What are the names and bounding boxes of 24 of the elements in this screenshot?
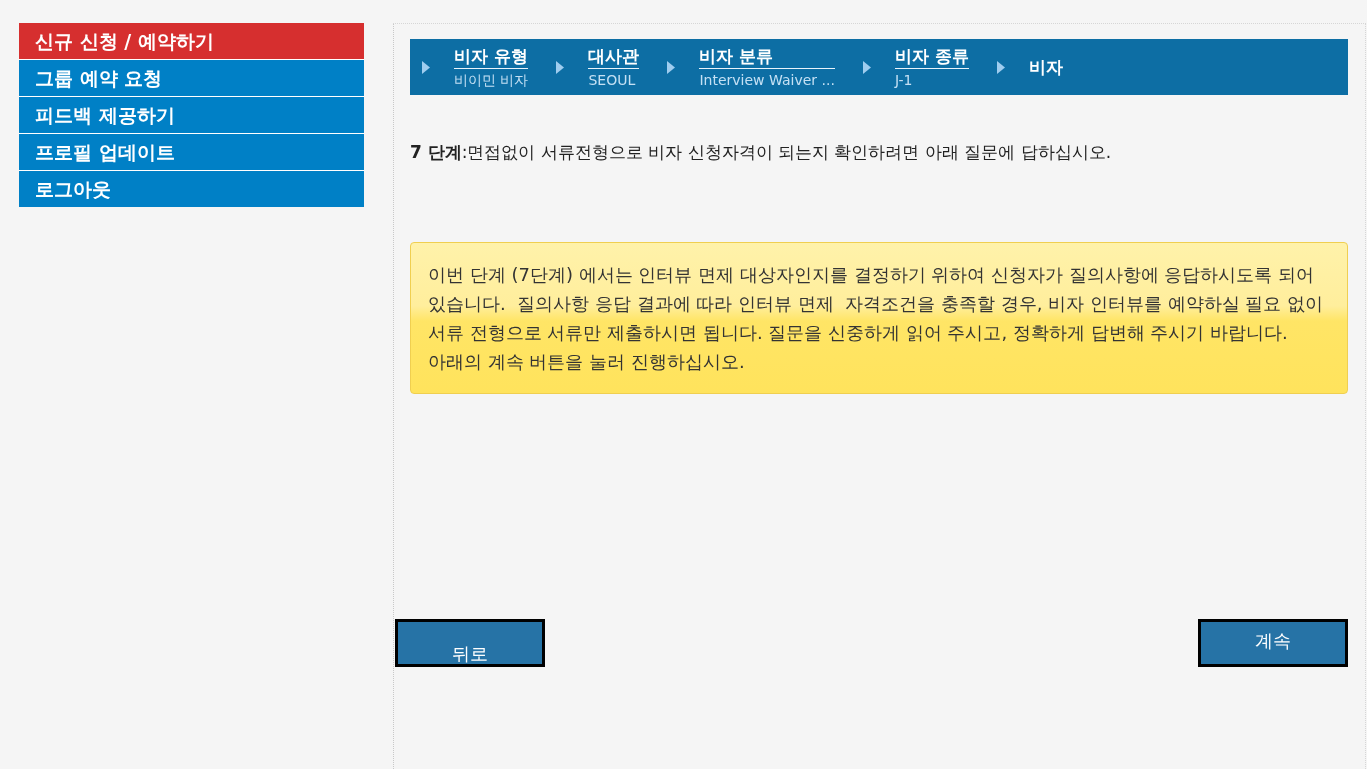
step-value: SEOUL bbox=[588, 71, 636, 89]
sidebar-item[interactable]: 피드백 제공하기 bbox=[19, 97, 364, 133]
step-value: J-1 bbox=[894, 71, 913, 89]
sidebar-item[interactable]: 로그아웃 bbox=[19, 171, 364, 207]
caret-right-icon bbox=[556, 60, 565, 74]
step-title: 비자 종류 bbox=[894, 45, 969, 67]
step-title: 대사관 bbox=[588, 45, 640, 67]
step-title: 비자 유형 bbox=[454, 45, 528, 67]
continue-button[interactable]: 계속 bbox=[1198, 619, 1348, 667]
sidebar-item[interactable]: 그룹 예약 요청 bbox=[19, 60, 364, 96]
step-title: 비자 분류 bbox=[699, 45, 774, 67]
caret-right-icon bbox=[667, 60, 676, 74]
caret-right-icon bbox=[862, 60, 871, 74]
notice-text: 아래의 계속 버튼을 눌러 진행하십시오. bbox=[428, 350, 746, 374]
caret-right-icon bbox=[996, 60, 1005, 74]
step-value: Interview Waiver ... bbox=[699, 71, 835, 89]
step-title: 비자 bbox=[1028, 56, 1063, 78]
step-value: 비이민 비자 bbox=[454, 71, 529, 89]
sidebar-item[interactable]: 신규 신청 / 예약하기 bbox=[19, 23, 364, 59]
caret-right-icon bbox=[422, 60, 430, 74]
back-button[interactable]: 뒤로 bbox=[395, 619, 545, 667]
notice-text: 이번 단계 (7단계) 에서는 인터뷰 면제 대상자인지를 결정하기 위하여 신청자가 질의사항에 응답하시도록 되어 있습니다. 질의사항 응답 결과에 따라 인터뷰 면제 자격조건을 충족할 경우, 비자 인터뷰를 예약하실 필요 없이 서류 전형으로 서류만 제출하시면 됩니다. 질문을 신중하게 읽어 주시고, 정확하게 답변해 주시기 바랍니다. bbox=[428, 263, 1324, 345]
sidebar-item[interactable]: 프로필 업데이트 bbox=[19, 134, 364, 170]
instruction-text: 7 단계:면접없이 서류전형으로 비자 신청자격이 되는지 확인하려면 아래 질문에 답하십시오. bbox=[410, 141, 1113, 164]
